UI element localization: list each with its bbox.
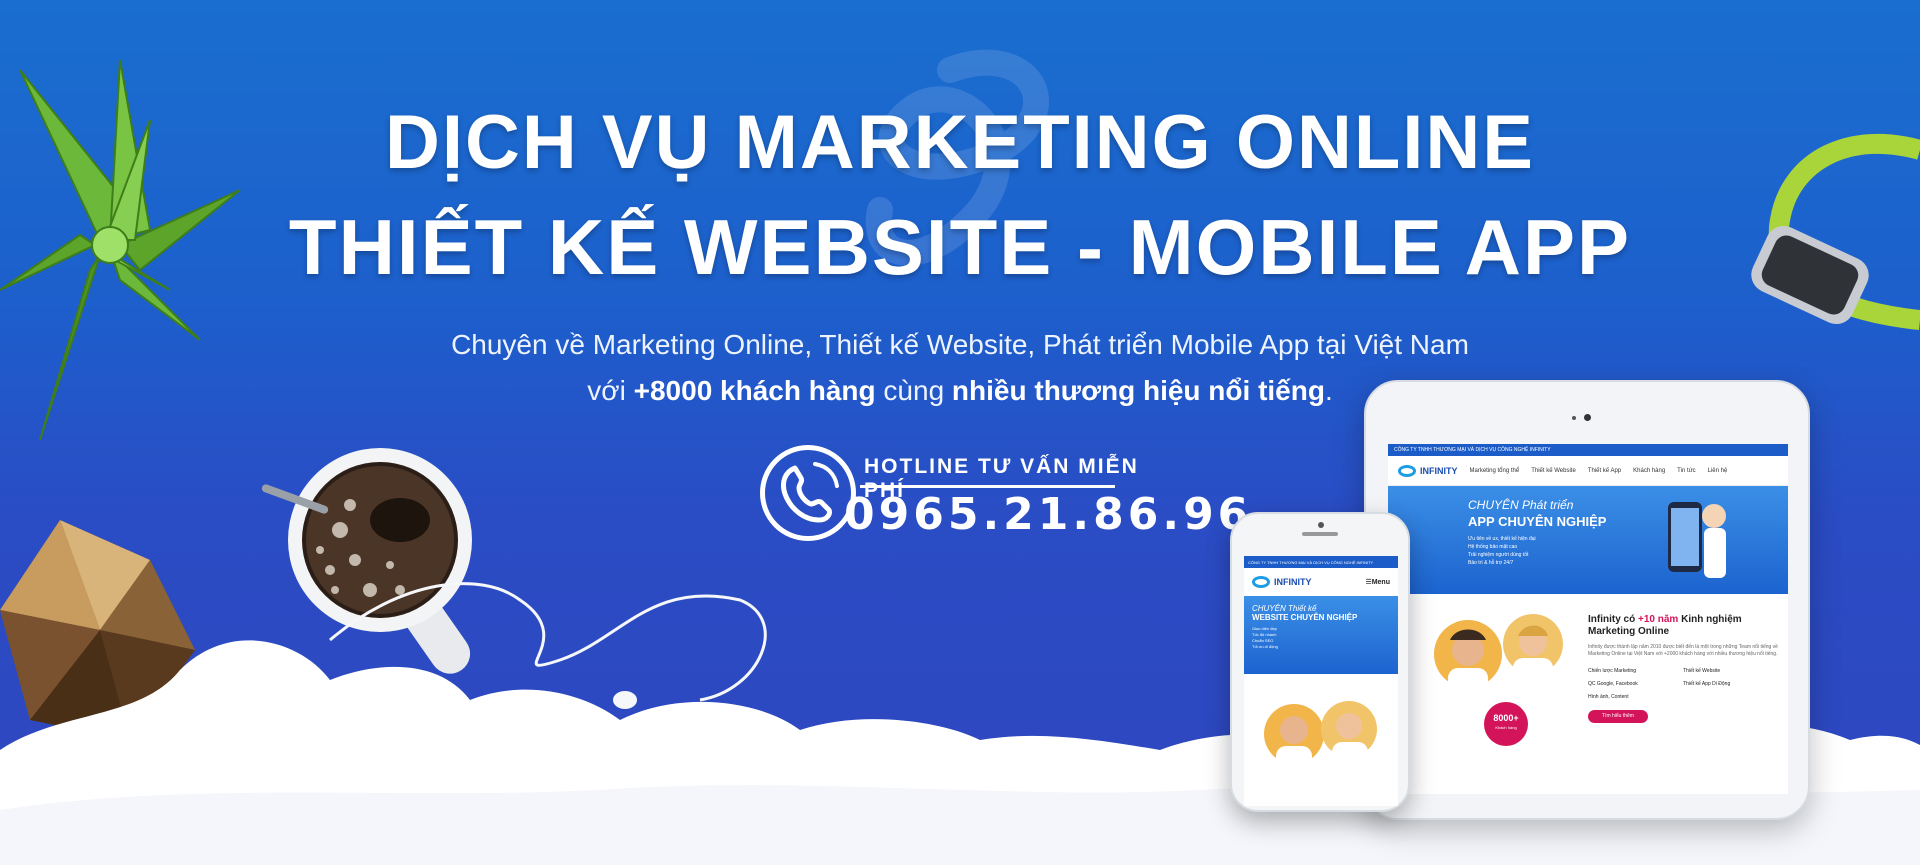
tablet-info: Infinity có +10 năm Kinh nghiệm Marketin… xyxy=(1588,614,1778,723)
phone-hero-line-1: CHUYÊN Thiết kế xyxy=(1252,604,1317,613)
tablet-screen: CÔNG TY TNHH THƯƠNG MẠI VÀ DỊCH VỤ CÔNG … xyxy=(1388,444,1788,794)
tablet-mockup: CÔNG TY TNHH THƯƠNG MẠI VÀ DỊCH VỤ CÔNG … xyxy=(1364,380,1810,820)
info-title-highlight: +10 năm xyxy=(1638,614,1679,625)
tablet-sensor xyxy=(1572,416,1576,420)
customer-count-text: +8000 khách hàng xyxy=(633,375,876,406)
tablet-hero-point: Trải nghiệm người dùng tốt xyxy=(1468,552,1529,558)
tablet-hero-line-2: APP CHUYÊN NGHIỆP xyxy=(1468,514,1607,529)
headline-line-2: THIẾT KẾ WEBSITE - MOBILE APP xyxy=(288,203,1632,291)
hotline-number[interactable]: 0965.21.86.96 xyxy=(844,489,1252,540)
phone-hero-line-2: WEBSITE CHUYÊN NGHIỆP xyxy=(1252,613,1358,622)
phone-team-photo xyxy=(1264,701,1377,804)
info-title-prefix: Infinity có xyxy=(1588,614,1638,625)
headline: DỊCH VỤ MARKETING ONLINE THIẾT KẾ WEBSIT… xyxy=(0,98,1920,302)
tablet-nav-item[interactable]: Khách hàng xyxy=(1633,468,1665,474)
tablet-hero-point: Ưu tiên về ux, thiết kế hiện đại xyxy=(1468,536,1536,542)
hotline-block[interactable]: HOTLINE TƯ VẤN MIỄN PHÍ 0965.21.86.96 xyxy=(760,445,1248,545)
headline-line-1: DỊCH VỤ MARKETING ONLINE xyxy=(385,100,1535,185)
tablet-hero-point: Bảo trì & hỗ trợ 24/7 xyxy=(1468,560,1514,566)
infinity-logo-icon xyxy=(1398,464,1416,477)
tablet-topbar: CÔNG TY TNHH THƯƠNG MẠI VÀ DỊCH VỤ CÔNG … xyxy=(1388,444,1788,456)
phone-hero-point: Tối ưu di động xyxy=(1252,644,1278,649)
service-item: Chiến lược Marketing xyxy=(1588,668,1637,674)
learn-more-button[interactable]: Tìm hiểu thêm xyxy=(1588,710,1648,723)
phone-speaker xyxy=(1302,532,1338,536)
hero-banner: DỊCH VỤ MARKETING ONLINE THIẾT KẾ WEBSIT… xyxy=(0,0,1920,865)
brand-name: INFINITY xyxy=(1274,577,1312,587)
phone-hero: CHUYÊN Thiết kế WEBSITE CHUYÊN NGHIỆP Gi… xyxy=(1244,596,1398,674)
phone-mockup: CÔNG TY TNHH THƯƠNG MẠI VÀ DỊCH VỤ CÔNG … xyxy=(1230,512,1410,812)
hotline-divider xyxy=(860,485,1115,488)
brand-name: INFINITY xyxy=(1420,465,1458,476)
infinity-logo: INFINITY xyxy=(1398,464,1458,477)
subtitle-prefix: với xyxy=(587,375,634,406)
tablet-nav-item[interactable]: Marketing tổng thể xyxy=(1470,468,1520,474)
menu-button[interactable]: ☰Menu xyxy=(1365,578,1390,586)
tablet-hero: CHUYÊN Phát triển APP CHUYÊN NGHIỆP Ưu t… xyxy=(1388,486,1788,594)
tablet-navbar: INFINITY Marketing tổng thể Thiết kế Web… xyxy=(1388,456,1788,486)
phone-camera xyxy=(1318,522,1324,528)
service-item: QC Google, Facebook xyxy=(1588,681,1638,687)
tablet-info-title: Infinity có +10 năm Kinh nghiệm Marketin… xyxy=(1588,614,1778,638)
service-item: Thiết kế Website xyxy=(1683,668,1721,674)
badge-number: 8000+ xyxy=(1493,713,1519,723)
subtitle-middle: cùng xyxy=(875,375,952,406)
tablet-nav-item[interactable]: Thiết kế Website xyxy=(1531,468,1576,474)
service-item: Thiết kế App Di Động xyxy=(1683,681,1731,687)
service-list: Chiến lược Marketing Thiết kế Website QC… xyxy=(1588,668,1778,700)
tablet-hero-point: Hệ thống bảo mật cao xyxy=(1468,544,1518,550)
tablet-info-paragraph: Infinity được thành lập năm 2010 được bi… xyxy=(1588,644,1778,657)
tablet-camera xyxy=(1584,414,1591,421)
tablet-nav-item[interactable]: Thiết kế App xyxy=(1588,468,1621,474)
famous-brands-text: nhiều thương hiệu nổi tiếng xyxy=(951,375,1325,406)
phone-topbar: CÔNG TY TNHH THƯƠNG MẠI VÀ DỊCH VỤ CÔNG … xyxy=(1244,556,1398,568)
phone-navbar: INFINITY ☰Menu xyxy=(1244,568,1398,596)
customers-badge: 8000+ Khách hàng xyxy=(1484,702,1528,746)
tablet-hero-line-1: CHUYÊN Phát triển xyxy=(1468,498,1574,512)
mobile-app-illustration xyxy=(1668,502,1726,578)
tablet-nav-item[interactable]: Tin tức xyxy=(1677,468,1695,474)
infinity-logo-icon xyxy=(1252,576,1270,588)
badge-label: Khách hàng xyxy=(1495,725,1517,730)
phone-icon xyxy=(760,445,856,541)
subtitle-suffix: . xyxy=(1324,375,1333,406)
infinity-logo: INFINITY xyxy=(1252,576,1312,588)
service-item: Hình ảnh, Content xyxy=(1588,694,1629,700)
phone-screen: CÔNG TY TNHH THƯƠNG MẠI VÀ DỊCH VỤ CÔNG … xyxy=(1244,556,1398,806)
subtitle-line-1: Chuyên về Marketing Online, Thiết kế Web… xyxy=(451,329,1469,360)
tablet-nav-item[interactable]: Liên hệ xyxy=(1708,468,1728,474)
